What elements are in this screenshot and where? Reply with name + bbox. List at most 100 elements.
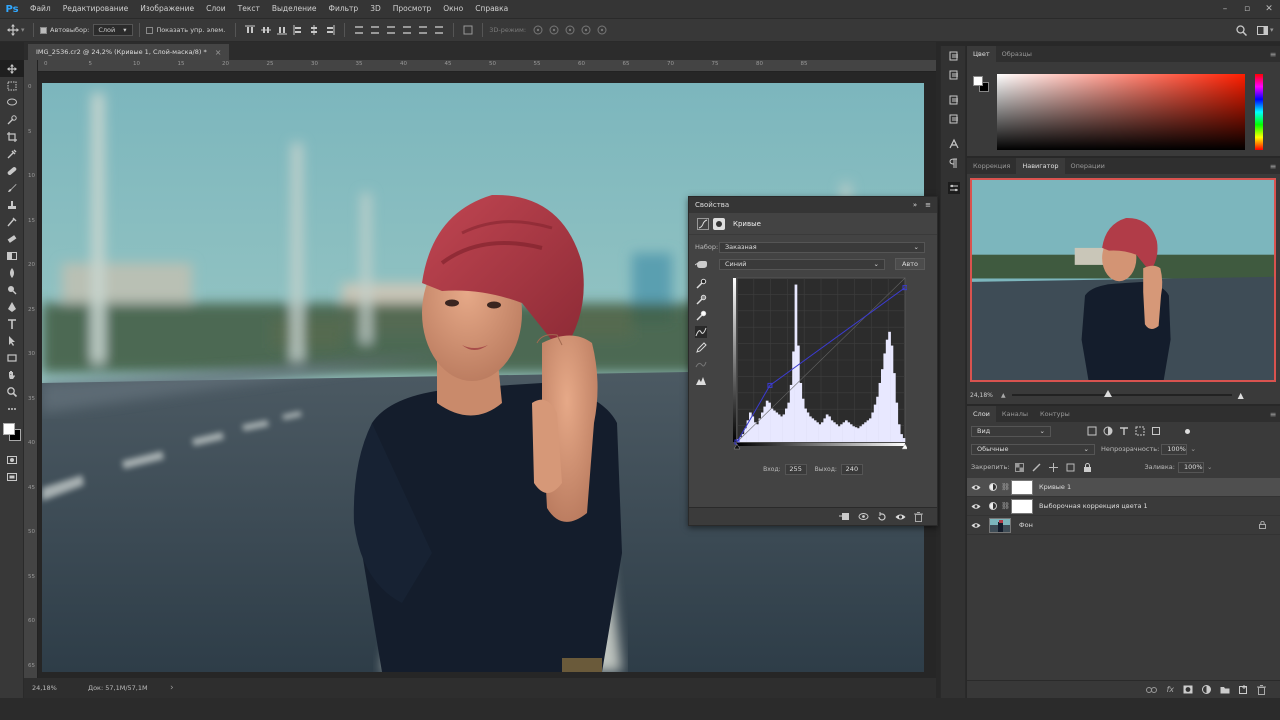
filter-shape-icon[interactable] xyxy=(1135,426,1145,436)
new-layer-icon[interactable] xyxy=(1239,685,1248,694)
autoselect-dropdown[interactable]: Слой ▾ xyxy=(93,24,134,36)
marquee-tool-icon[interactable] xyxy=(0,77,24,94)
navigator-preview[interactable] xyxy=(970,178,1276,382)
menu-3d[interactable]: 3D xyxy=(364,0,387,18)
layer-row[interactable]: ⛓ Выборочная коррекция цвета 1 xyxy=(967,497,1280,516)
fg-bg-swatches[interactable] xyxy=(973,76,989,92)
layer-name[interactable]: Выборочная коррекция цвета 1 xyxy=(1039,502,1148,510)
toolbar-color-swatches[interactable] xyxy=(0,421,23,451)
align-left-icon[interactable] xyxy=(291,23,305,37)
tab-adjustments[interactable]: Коррекция xyxy=(967,158,1016,174)
auto-button[interactable]: Авто xyxy=(895,258,925,270)
layer-mask-icon[interactable] xyxy=(713,217,725,230)
delete-icon[interactable] xyxy=(914,511,923,522)
menu-edit[interactable]: Редактирование xyxy=(57,0,134,18)
panel-menu-icon[interactable]: ≡ xyxy=(1266,46,1280,62)
foreground-color-swatch[interactable] xyxy=(3,423,15,435)
filter-type-icon[interactable] xyxy=(1119,426,1129,436)
menu-image[interactable]: Изображение xyxy=(134,0,200,18)
menu-window[interactable]: Окно xyxy=(437,0,469,18)
3d-slide-icon[interactable] xyxy=(579,23,593,37)
layer-name[interactable]: Фон xyxy=(1019,521,1033,529)
layer-image-thumbnail[interactable] xyxy=(989,517,1011,533)
move-tool-icon[interactable] xyxy=(0,60,24,77)
panel-menu-icon[interactable]: ≡ xyxy=(1266,406,1280,422)
distribute-right-icon[interactable] xyxy=(432,23,446,37)
type-tool-icon[interactable] xyxy=(0,315,24,332)
black-point-eyedropper-icon[interactable] xyxy=(695,278,711,290)
history-panel-icon[interactable] xyxy=(941,47,967,65)
lock-image-icon[interactable] xyxy=(1032,463,1041,472)
ruler-horizontal[interactable]: 0 5 10 15 20 25 30 35 40 45 50 55 60 65 70 75 80 85 xyxy=(38,60,936,72)
auto-align-icon[interactable] xyxy=(461,23,475,37)
menu-help[interactable]: Справка xyxy=(469,0,514,18)
input-field[interactable]: 255 xyxy=(784,463,807,475)
tab-channels[interactable]: Каналы xyxy=(996,406,1034,422)
layer-mask-thumbnail[interactable] xyxy=(1011,498,1033,514)
navigator-zoom-slider[interactable] xyxy=(1011,390,1232,397)
ruler-vertical[interactable]: 0 5 10 15 20 25 30 35 40 45 50 55 60 65 xyxy=(24,60,38,678)
filter-toggle-icon[interactable] xyxy=(1185,428,1190,434)
minimize-button[interactable]: – xyxy=(1214,0,1236,18)
workspace-arrow-icon[interactable]: ▾ xyxy=(1270,26,1280,34)
menu-file[interactable]: Файл xyxy=(24,0,57,18)
healing-brush-icon[interactable] xyxy=(0,162,24,179)
menu-select[interactable]: Выделение xyxy=(266,0,323,18)
pen-tool-icon[interactable] xyxy=(0,298,24,315)
add-mask-icon[interactable] xyxy=(1183,685,1193,694)
zoom-in-icon[interactable]: ▲ xyxy=(1238,391,1244,400)
tab-swatches[interactable]: Образцы xyxy=(996,46,1038,62)
workspace-icon[interactable] xyxy=(1255,23,1269,37)
actions-panel-icon[interactable] xyxy=(941,66,967,84)
distribute-vcenter-icon[interactable] xyxy=(368,23,382,37)
chevron-down-icon[interactable]: ⌄ xyxy=(1207,463,1212,471)
lasso-tool-icon[interactable] xyxy=(0,94,24,111)
toggle-visibility-icon[interactable] xyxy=(895,513,906,521)
clipping-warning-icon[interactable] xyxy=(695,374,711,386)
reset-icon[interactable] xyxy=(877,511,887,522)
blend-mode-dropdown[interactable]: Обычные ⌄ xyxy=(971,443,1095,455)
history-brush-icon[interactable] xyxy=(0,213,24,230)
tab-paths[interactable]: Контуры xyxy=(1034,406,1076,422)
layer-filter-dropdown[interactable]: Вид ⌄ xyxy=(971,425,1051,437)
3d-pan-icon[interactable] xyxy=(563,23,577,37)
foreground-color-swatch[interactable] xyxy=(973,76,983,86)
filter-pixel-icon[interactable] xyxy=(1087,426,1097,436)
quick-mask-icon[interactable] xyxy=(0,451,24,468)
filter-smart-icon[interactable] xyxy=(1151,426,1161,436)
show-controls-checkbox[interactable] xyxy=(146,26,154,34)
chain-link-icon[interactable]: ⛓ xyxy=(1001,483,1011,491)
3d-scale-icon[interactable] xyxy=(595,23,609,37)
screen-mode-icon[interactable] xyxy=(0,468,24,485)
zoom-slider-thumb[interactable] xyxy=(1104,390,1113,397)
move-tool-icon[interactable] xyxy=(6,23,20,37)
eraser-icon[interactable] xyxy=(0,230,24,247)
new-adjustment-icon[interactable] xyxy=(1202,685,1211,694)
navigator-zoom-value[interactable]: 24,18% xyxy=(967,392,1001,399)
eye-icon[interactable] xyxy=(967,522,985,529)
zoom-tool-icon[interactable] xyxy=(0,383,24,400)
new-group-icon[interactable] xyxy=(1220,686,1230,694)
distribute-hcenter-icon[interactable] xyxy=(416,23,430,37)
more-tools-icon[interactable] xyxy=(0,400,24,417)
layer-row[interactable]: ⛓ Кривые 1 xyxy=(967,478,1280,497)
align-right-icon[interactable] xyxy=(323,23,337,37)
zoom-level[interactable]: 24,18% xyxy=(24,684,82,692)
hue-slider[interactable] xyxy=(1255,74,1263,150)
curves-adjustment-icon[interactable] xyxy=(697,217,709,230)
gray-point-eyedropper-icon[interactable] xyxy=(695,294,711,306)
panel-menu-icon[interactable]: ≡ xyxy=(1266,158,1280,174)
brush-presets-icon[interactable] xyxy=(941,110,967,128)
lock-icon[interactable] xyxy=(1259,521,1266,529)
menu-filter[interactable]: Фильтр xyxy=(323,0,365,18)
search-icon[interactable] xyxy=(1234,23,1248,37)
properties-panel-icon[interactable] xyxy=(941,179,967,197)
close-tab-icon[interactable]: × xyxy=(215,48,222,57)
filter-adjustment-icon[interactable] xyxy=(1103,426,1113,436)
path-select-icon[interactable] xyxy=(0,332,24,349)
panel-menu-icon[interactable]: ≡ xyxy=(925,201,931,209)
menu-view[interactable]: Просмотр xyxy=(387,0,438,18)
lock-position-icon[interactable] xyxy=(1049,462,1059,472)
maximize-button[interactable]: ▫ xyxy=(1236,0,1258,18)
hand-tool-icon[interactable] xyxy=(0,366,24,383)
